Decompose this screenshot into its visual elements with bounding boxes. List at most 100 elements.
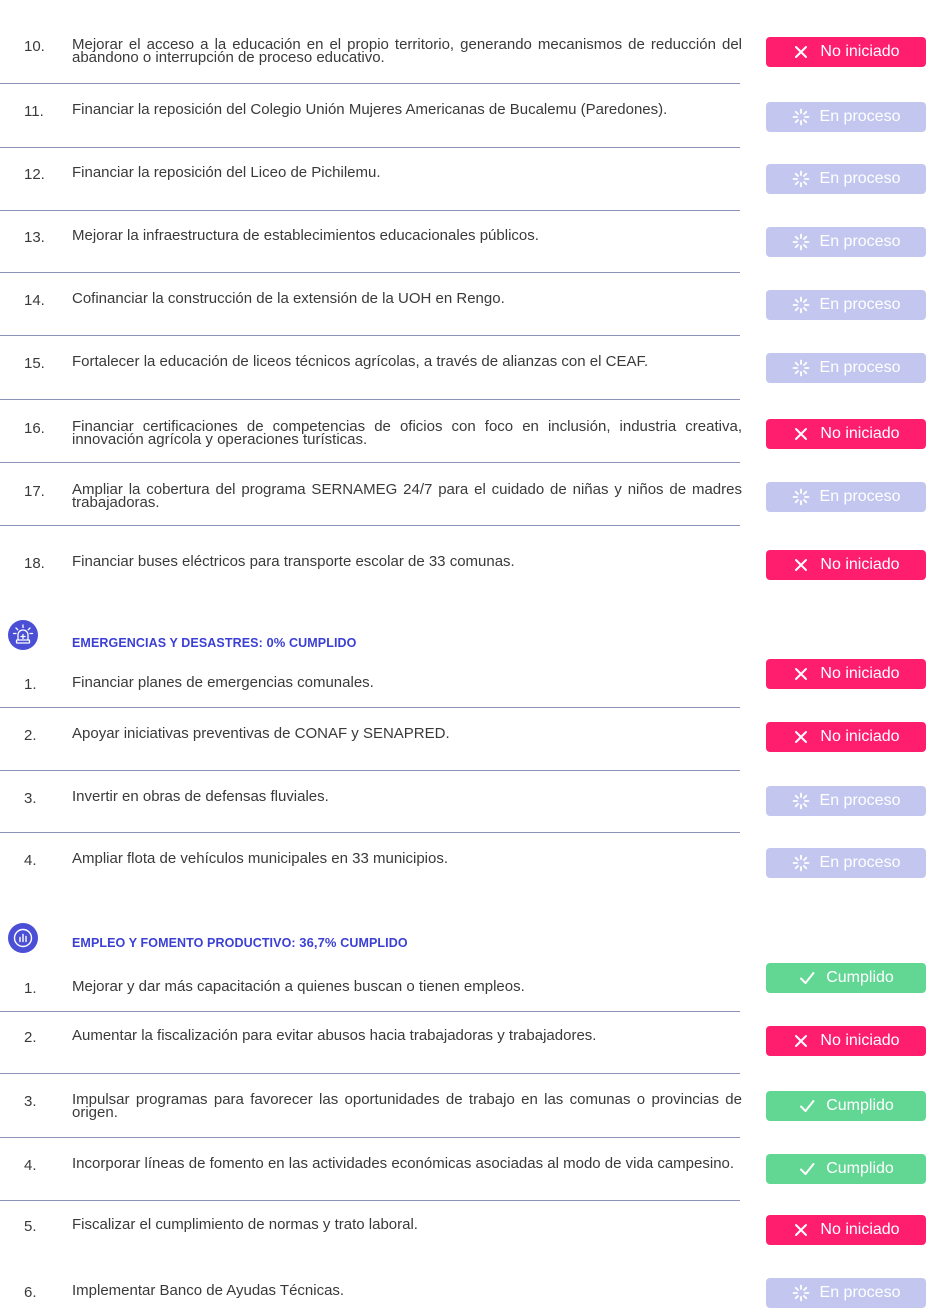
status-badge: En proceso (766, 848, 926, 878)
x-icon (795, 1224, 808, 1236)
status-label: No iniciado (820, 1032, 900, 1049)
section-title-suffix: CUMPLIDO (289, 636, 357, 650)
status-badge: No iniciado (766, 1026, 926, 1056)
item-number: 12. (24, 166, 45, 183)
checkmark-icon (800, 1163, 815, 1175)
status-badge: Cumplido (766, 963, 926, 993)
section-title-prefix: EMPLEO Y FOMENTO PRODUCTIVO: (72, 936, 296, 950)
checkmark-icon (800, 1100, 815, 1112)
status-badge: En proceso (766, 290, 926, 320)
item-text: Financiar certificaciones de competencia… (72, 418, 742, 448)
status-label: En proceso (819, 488, 901, 505)
item-number: 15. (24, 355, 45, 372)
item-text: Impulsar programas para favorecer las op… (72, 1091, 742, 1121)
status-badge: Cumplido (766, 1091, 926, 1121)
status-badge: Cumplido (766, 1154, 926, 1184)
item-text: Fortalecer la educación de liceos técnic… (72, 353, 649, 370)
item-number: 4. (24, 852, 37, 869)
item-text: Financiar buses eléctricos para transpor… (72, 553, 515, 570)
spinner-icon (792, 170, 809, 188)
divider (0, 832, 740, 833)
spinner-icon (792, 792, 809, 810)
section-percent: 36,7% (299, 935, 337, 950)
item-text: Financiar la reposición del Liceo de Pic… (72, 164, 381, 181)
spinner-icon (792, 488, 809, 506)
status-label: No iniciado (820, 556, 900, 573)
divider (0, 335, 740, 336)
divider (0, 707, 740, 708)
divider (0, 272, 740, 273)
divider (0, 1011, 740, 1012)
x-icon (795, 731, 808, 743)
item-number: 1. (24, 980, 37, 997)
item-number: 2. (24, 1029, 37, 1046)
status-badge: En proceso (766, 786, 926, 816)
status-badge: En proceso (766, 227, 926, 257)
spinner-icon (792, 108, 809, 126)
item-number: 4. (24, 1157, 37, 1174)
spinner-icon (792, 233, 809, 251)
section-title-prefix: EMERGENCIAS Y DESASTRES: (72, 636, 263, 650)
status-badge: No iniciado (766, 419, 926, 449)
item-text: Incorporar líneas de fomento en las acti… (72, 1155, 735, 1172)
item-number: 14. (24, 292, 45, 309)
item-text: Financiar planes de emergencias comunale… (72, 674, 374, 691)
status-label: En proceso (819, 170, 901, 187)
item-number: 18. (24, 555, 45, 572)
item-text: Aumentar la fiscalización para evitar ab… (72, 1027, 597, 1044)
item-number: 13. (24, 229, 45, 246)
status-label: Cumplido (826, 969, 894, 986)
section-title-suffix: CUMPLIDO (340, 936, 408, 950)
item-text: Mejorar el acceso a la educación en el p… (72, 36, 742, 66)
status-label: En proceso (819, 233, 901, 250)
status-label: En proceso (819, 792, 901, 809)
status-badge: En proceso (766, 164, 926, 194)
item-text: Ampliar la cobertura del programa SERNAM… (72, 481, 742, 511)
status-badge: En proceso (766, 102, 926, 132)
x-icon (795, 668, 808, 680)
item-text: Cofinanciar la construcción de la extens… (72, 290, 505, 307)
item-number: 11. (24, 103, 44, 120)
status-badge: No iniciado (766, 37, 926, 67)
divider (0, 462, 740, 463)
item-text: Implementar Banco de Ayudas Técnicas. (72, 1282, 345, 1299)
bar-chart-icon (8, 923, 38, 953)
divider (0, 399, 740, 400)
status-badge: No iniciado (766, 659, 926, 689)
item-number: 2. (24, 727, 37, 744)
x-icon (795, 46, 808, 58)
status-badge: En proceso (766, 482, 926, 512)
status-label: No iniciado (820, 728, 900, 745)
status-label: En proceso (819, 108, 901, 125)
section-title: EMPLEO Y FOMENTO PRODUCTIVO: 36,7% CUMPL… (72, 935, 408, 950)
item-text: Mejorar la infraestructura de establecim… (72, 227, 539, 244)
status-badge: No iniciado (766, 1215, 926, 1245)
status-label: No iniciado (820, 665, 900, 682)
item-number: 16. (24, 420, 45, 437)
divider (0, 525, 740, 526)
divider (0, 770, 740, 771)
spinner-icon (792, 854, 809, 872)
item-number: 3. (24, 1093, 37, 1110)
x-icon (795, 428, 808, 440)
status-label: No iniciado (820, 43, 900, 60)
checkmark-icon (800, 972, 815, 984)
item-text: Apoyar iniciativas preventivas de CONAF … (72, 725, 450, 742)
status-badge: No iniciado (766, 550, 926, 580)
section-title: EMERGENCIAS Y DESASTRES: 0% CUMPLIDO (72, 635, 357, 650)
item-number: 5. (24, 1218, 37, 1235)
item-text: Fiscalizar el cumplimiento de normas y t… (72, 1216, 418, 1233)
spinner-icon (792, 296, 809, 314)
divider (0, 83, 740, 84)
divider (0, 147, 740, 148)
spinner-icon (792, 359, 809, 377)
divider (0, 1200, 740, 1201)
status-badge: En proceso (766, 1278, 926, 1308)
section-percent: 0% (266, 635, 286, 650)
status-label: No iniciado (820, 425, 900, 442)
item-text: Ampliar flota de vehículos municipales e… (72, 850, 449, 867)
status-label: En proceso (819, 296, 901, 313)
status-label: Cumplido (826, 1097, 894, 1114)
status-label: No iniciado (820, 1221, 900, 1238)
status-label: En proceso (819, 854, 901, 871)
